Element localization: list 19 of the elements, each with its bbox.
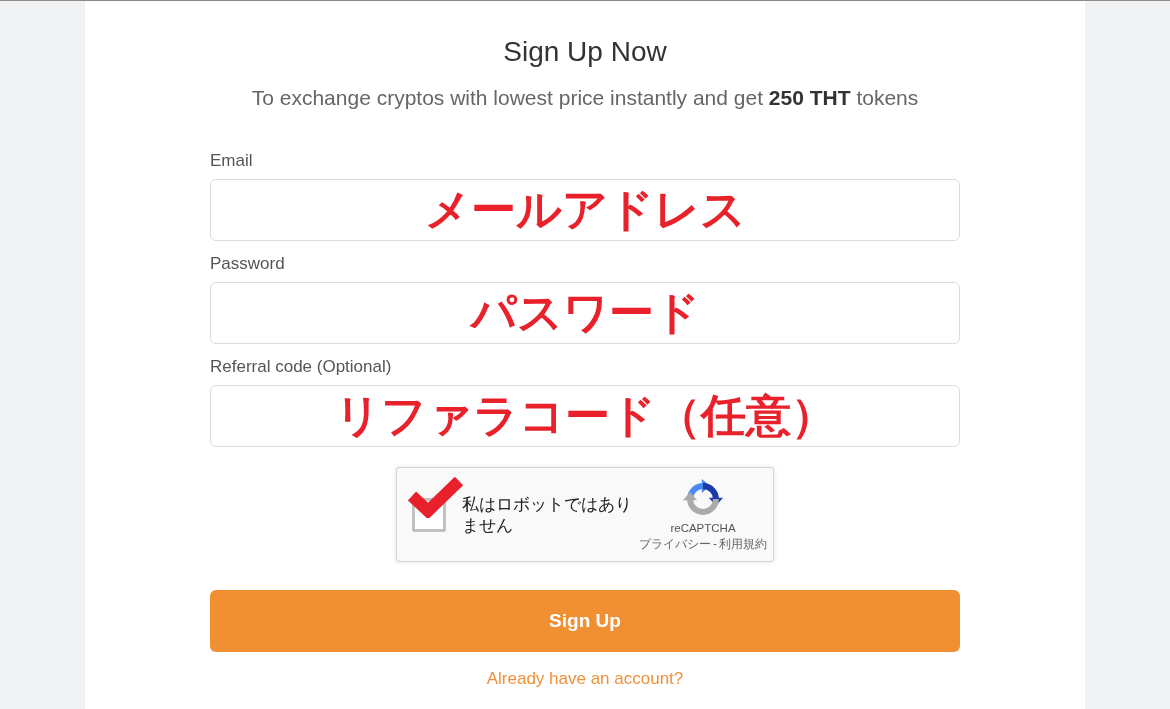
- check-mark-icon: [407, 476, 464, 518]
- input-field[interactable]: パスワード: [210, 282, 960, 344]
- login-link[interactable]: Already have an account?: [486, 668, 684, 690]
- sign-up-button[interactable]: Sign Up: [210, 590, 960, 652]
- page-subtitle: To exchange cryptos with lowest price instantly and get 250 THT tokens: [251, 85, 919, 111]
- annotation-text: メールアドレス: [424, 184, 746, 236]
- link-separator: -: [713, 537, 717, 552]
- page-title: Sign Up Now: [503, 35, 667, 69]
- terms-link[interactable]: 利用規約: [719, 537, 767, 552]
- annotation-text: パスワード: [470, 287, 700, 339]
- field-label: Email: [210, 150, 254, 172]
- input-field[interactable]: メールアドレス: [210, 179, 960, 241]
- checkbox-label: 私はロボットではありません: [462, 493, 633, 536]
- annotation-text: リファラコード（任意）: [334, 390, 836, 442]
- field-label: Password: [210, 253, 286, 275]
- input-field[interactable]: リファラコード（任意）: [210, 385, 960, 447]
- field-label: Referral code (Optional): [210, 356, 393, 378]
- recaptcha-brand: reCAPTCHA: [670, 521, 736, 535]
- privacy-link[interactable]: プライバシー: [639, 537, 711, 552]
